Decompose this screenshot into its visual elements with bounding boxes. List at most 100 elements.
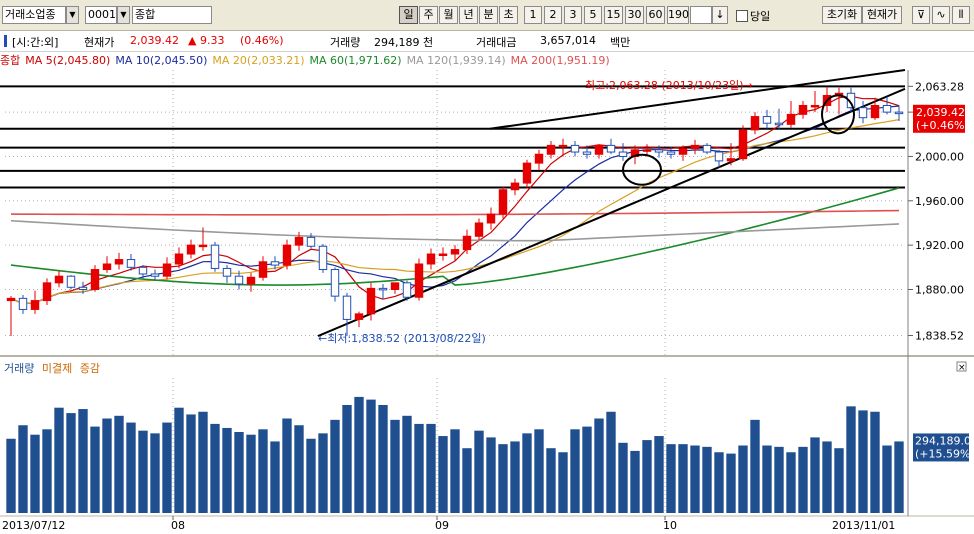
x-tick-label: 09 (435, 519, 449, 532)
candle-body (690, 144, 700, 150)
volume-bar (6, 438, 16, 513)
volume-bar (750, 419, 760, 513)
candle-body (30, 300, 40, 310)
candle-body (402, 282, 412, 298)
volume-bar (378, 405, 388, 513)
volume-header: 거래량 미결제 증감 (4, 360, 100, 376)
candle-body (582, 151, 592, 155)
volume-bar (894, 441, 904, 513)
x-tick-label: 08 (171, 519, 185, 532)
candle-body (162, 263, 172, 277)
candle-body (438, 253, 448, 257)
candle-body (126, 259, 136, 268)
volume-bar (150, 433, 160, 513)
volume-bar (582, 426, 592, 513)
candle (318, 244, 328, 273)
volume-bar (174, 407, 184, 513)
candle-body (870, 104, 880, 119)
candle-body (462, 235, 472, 251)
volume-bar (882, 445, 892, 513)
candle (66, 275, 76, 290)
volume-bar (126, 422, 136, 513)
volume-bar (426, 423, 436, 513)
candle-body (702, 144, 712, 153)
volume-bar (366, 399, 376, 513)
candle (498, 186, 508, 219)
candle-body (642, 149, 652, 152)
volume-bar (306, 438, 316, 513)
volume-bar (258, 429, 268, 513)
candle-body (282, 244, 292, 266)
volume-tag-change: (+15.59%) (915, 447, 974, 460)
x-tick-label: 2013/11/01 (832, 519, 895, 532)
candle-body (426, 253, 436, 265)
volume-bar (630, 450, 640, 513)
candle-body (534, 153, 544, 164)
y-tick-label: 2,063.28 (915, 80, 964, 93)
volume-bar (594, 418, 604, 513)
volume-bar (714, 452, 724, 513)
candle-body (246, 276, 256, 285)
y-tick-label: 2,000.00 (915, 150, 964, 163)
candle-body (714, 151, 724, 162)
ma-legend-item: MA 10(2,045.50) (115, 54, 208, 67)
volume-bar (570, 429, 580, 513)
x-tick-label: 2013/07/12 (2, 519, 65, 532)
low-annotation: ←최저:1,838.52 (2013/08/22일) (318, 331, 486, 345)
candle-body (522, 162, 532, 184)
volume-bar (666, 444, 676, 513)
candle (330, 267, 340, 302)
candle-body (6, 297, 16, 302)
volume-header-label: 거래량 (4, 362, 35, 375)
volume-bar (486, 437, 496, 513)
volume-bar (870, 411, 880, 513)
candle-body (306, 236, 316, 247)
volume-bar (210, 423, 220, 513)
volume-bar (822, 441, 832, 513)
volume-bar (54, 407, 64, 513)
volume-bar (762, 445, 772, 513)
candle-body (378, 287, 388, 291)
candle-body (258, 261, 268, 278)
volume-bar (702, 446, 712, 513)
candle-body (414, 263, 424, 298)
y-tick-label: 1,960.00 (915, 195, 964, 208)
volume-bar (438, 436, 448, 513)
volume-bar (774, 446, 784, 513)
volume-bar (414, 423, 424, 513)
candle-body (354, 313, 364, 320)
volume-bar (846, 406, 856, 513)
volume-bar (606, 411, 616, 513)
volume-tag-value: 294,189.00 (915, 434, 974, 447)
ma-legend-item: MA 120(1,939.14) (406, 54, 506, 67)
candle-body (42, 282, 52, 302)
volume-bar (138, 430, 148, 513)
candle-body (90, 269, 100, 290)
volume-bar (78, 409, 88, 513)
volume-bar (270, 441, 280, 513)
candle-body (606, 144, 616, 153)
candle-body (798, 104, 808, 115)
candle-body (138, 266, 148, 275)
volume-bar (558, 452, 568, 513)
candle-body (66, 275, 76, 288)
candle-body (858, 107, 868, 119)
candle-body (102, 263, 112, 271)
candle-body (738, 129, 748, 160)
candle (402, 280, 412, 301)
candle-body (270, 261, 280, 266)
volume-bar (654, 436, 664, 513)
volume-bar (390, 419, 400, 513)
volume-bar (318, 433, 328, 513)
candle-body (750, 116, 760, 131)
candle-body (594, 144, 604, 155)
candle (210, 241, 220, 272)
high-annotation: 최고:2,063.28 (2013/10/23일)→ (585, 78, 753, 92)
candle-body (366, 287, 376, 315)
candle-body (78, 286, 88, 290)
volume-bar (282, 418, 292, 513)
last-price-tag-change: (+0.46%) (916, 119, 969, 132)
candle (90, 265, 100, 292)
candle-body (774, 122, 784, 126)
candle-body (450, 249, 460, 255)
